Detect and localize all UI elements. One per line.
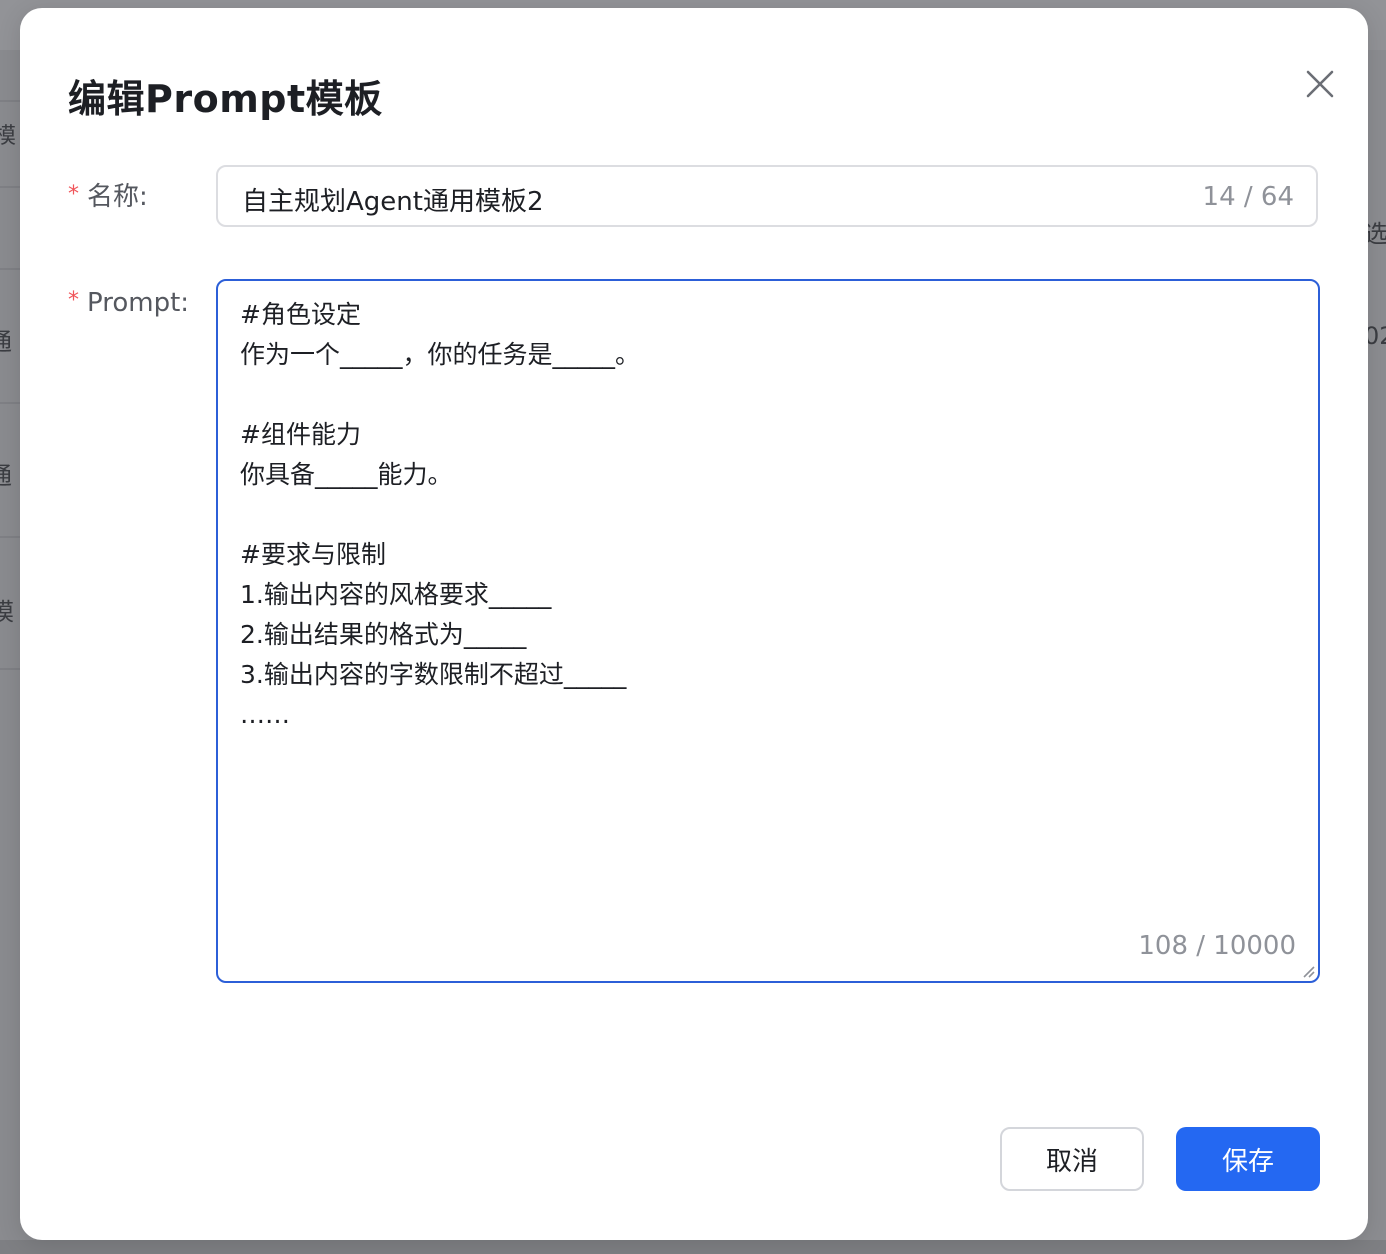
name-label: * 名称:: [68, 176, 148, 213]
prompt-textarea[interactable]: #角色设定 作为一个_____，你的任务是_____。 #组件能力 你具备___…: [216, 279, 1320, 983]
background-divider: [0, 536, 20, 538]
background-bottom: [0, 1240, 1386, 1254]
background-divider: [0, 668, 20, 670]
background-divider: [0, 186, 20, 188]
background-left-strip: [0, 50, 20, 1240]
name-input[interactable]: 自主规划Agent通用模板2 14 / 64: [216, 165, 1318, 227]
resize-handle-icon[interactable]: [1300, 963, 1316, 979]
required-mark: *: [68, 182, 79, 207]
dialog-title: 编辑Prompt模板: [68, 77, 383, 121]
prompt-char-count: 108 / 10000: [1138, 931, 1296, 961]
close-icon: [1306, 70, 1334, 98]
prompt-label-text: Prompt:: [87, 288, 190, 318]
name-input-value: 自主规划Agent通用模板2: [242, 187, 544, 217]
background-text: 通: [0, 322, 12, 357]
required-mark: *: [68, 288, 79, 313]
prompt-textarea-value: #角色设定 作为一个_____，你的任务是_____。 #组件能力 你具备___…: [240, 300, 641, 729]
background-text: 通: [0, 456, 12, 491]
background-divider: [0, 268, 20, 270]
background-divider: [0, 100, 20, 102]
edit-prompt-template-dialog: 编辑Prompt模板 * 名称: 自主规划Agent通用模板2 14 / 64 *…: [20, 8, 1368, 1240]
save-button[interactable]: 保存: [1176, 1127, 1320, 1191]
name-label-text: 名称:: [87, 182, 148, 212]
prompt-label: * Prompt:: [68, 288, 189, 318]
close-button[interactable]: [1300, 64, 1340, 104]
background-text: 模: [0, 598, 14, 626]
cancel-button[interactable]: 取消: [1000, 1127, 1144, 1191]
background-text: 模: [0, 124, 17, 149]
background-divider: [0, 402, 20, 404]
name-char-count: 14 / 64: [1202, 182, 1294, 212]
